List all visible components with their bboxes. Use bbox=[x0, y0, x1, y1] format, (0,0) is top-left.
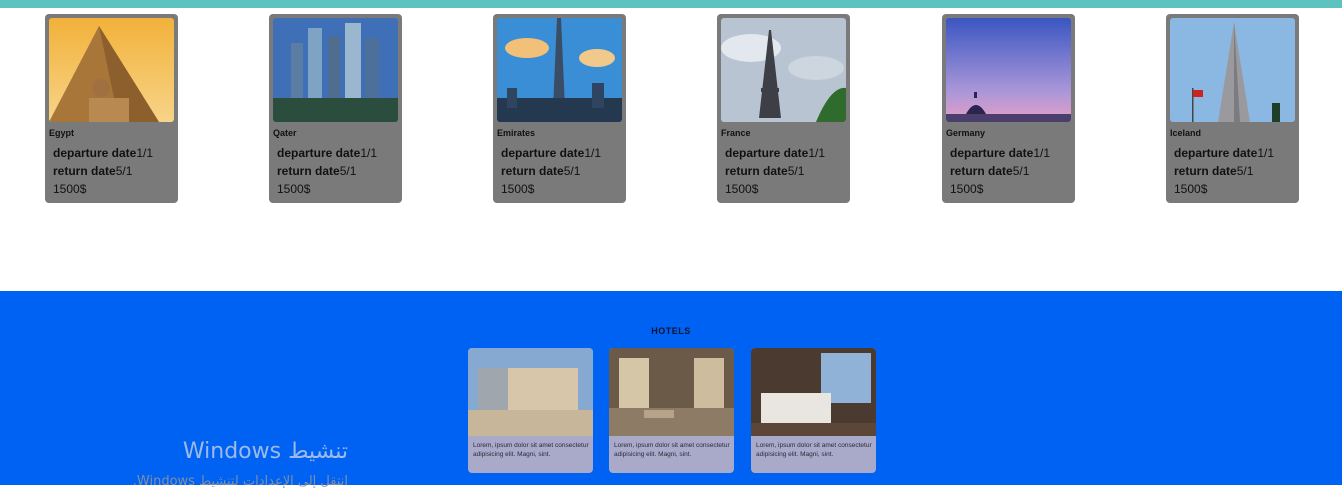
hotel-description: Lorem, ipsum dolor sit amet consectetur … bbox=[473, 442, 589, 458]
departure-date: departure date1/1 bbox=[501, 146, 602, 160]
destination-card-egypt[interactable]: Egypt departure date1/1 return date5/1 1… bbox=[45, 14, 178, 203]
price: 1500$ bbox=[277, 182, 311, 196]
hotel-card[interactable]: Lorem, ipsum dolor sit amet consectetur … bbox=[751, 348, 876, 473]
return-date: return date5/1 bbox=[950, 164, 1030, 178]
price: 1500$ bbox=[501, 182, 535, 196]
destination-name: Emirates bbox=[497, 128, 536, 138]
price: 1500$ bbox=[725, 182, 759, 196]
qater-photo bbox=[273, 18, 398, 122]
price: 1500$ bbox=[1174, 182, 1208, 196]
top-accent-bar bbox=[0, 0, 1342, 8]
return-date: return date5/1 bbox=[53, 164, 133, 178]
france-photo bbox=[721, 18, 846, 122]
departure-date: departure date1/1 bbox=[1174, 146, 1275, 160]
egypt-photo bbox=[49, 18, 174, 122]
departure-date: departure date1/1 bbox=[950, 146, 1051, 160]
hotel-photo bbox=[609, 348, 734, 436]
price: 1500$ bbox=[950, 182, 984, 196]
return-date: return date5/1 bbox=[725, 164, 805, 178]
hotel-photo bbox=[751, 348, 876, 436]
hotel-description: Lorem, ipsum dolor sit amet consectetur … bbox=[614, 442, 730, 458]
destination-name: France bbox=[721, 128, 751, 138]
departure-date: departure date1/1 bbox=[277, 146, 378, 160]
destination-name: Germany bbox=[946, 128, 986, 138]
emirates-photo bbox=[497, 18, 622, 122]
hotel-description: Lorem, ipsum dolor sit amet consectetur … bbox=[756, 442, 872, 458]
watermark-subtitle: انتقل إلى الإعدادات لتنشيط Windows. bbox=[132, 474, 348, 489]
hotel-photo bbox=[468, 348, 593, 436]
destination-card-emirates[interactable]: Emirates departure date1/1 return date5/… bbox=[493, 14, 626, 203]
destination-name: Iceland bbox=[1170, 128, 1202, 138]
return-date: return date5/1 bbox=[501, 164, 581, 178]
iceland-photo bbox=[1170, 18, 1295, 122]
windows-activation-watermark: تنشيط Windows انتقل إلى الإعدادات لتنشيط… bbox=[133, 437, 348, 492]
departure-date: departure date1/1 bbox=[725, 146, 826, 160]
hotel-card[interactable]: Lorem, ipsum dolor sit amet consectetur … bbox=[468, 348, 593, 473]
return-date: return date5/1 bbox=[1174, 164, 1254, 178]
destination-card-iceland[interactable]: Iceland departure date1/1 return date5/1… bbox=[1166, 14, 1299, 203]
destination-card-france[interactable]: France departure date1/1 return date5/1 … bbox=[717, 14, 850, 203]
germany-photo bbox=[946, 18, 1071, 122]
departure-date: departure date1/1 bbox=[53, 146, 154, 160]
hotel-card[interactable]: Lorem, ipsum dolor sit amet consectetur … bbox=[609, 348, 734, 473]
destination-card-qater[interactable]: Qater departure date1/1 return date5/1 1… bbox=[269, 14, 402, 203]
return-date: return date5/1 bbox=[277, 164, 357, 178]
hotels-title: HOTELS bbox=[651, 326, 691, 336]
destination-name: Egypt bbox=[49, 128, 75, 138]
price: 1500$ bbox=[53, 182, 87, 196]
watermark-title: تنشيط Windows bbox=[182, 439, 348, 464]
destination-card-germany[interactable]: Germany departure date1/1 return date5/1… bbox=[942, 14, 1075, 203]
destination-name: Qater bbox=[273, 128, 297, 138]
